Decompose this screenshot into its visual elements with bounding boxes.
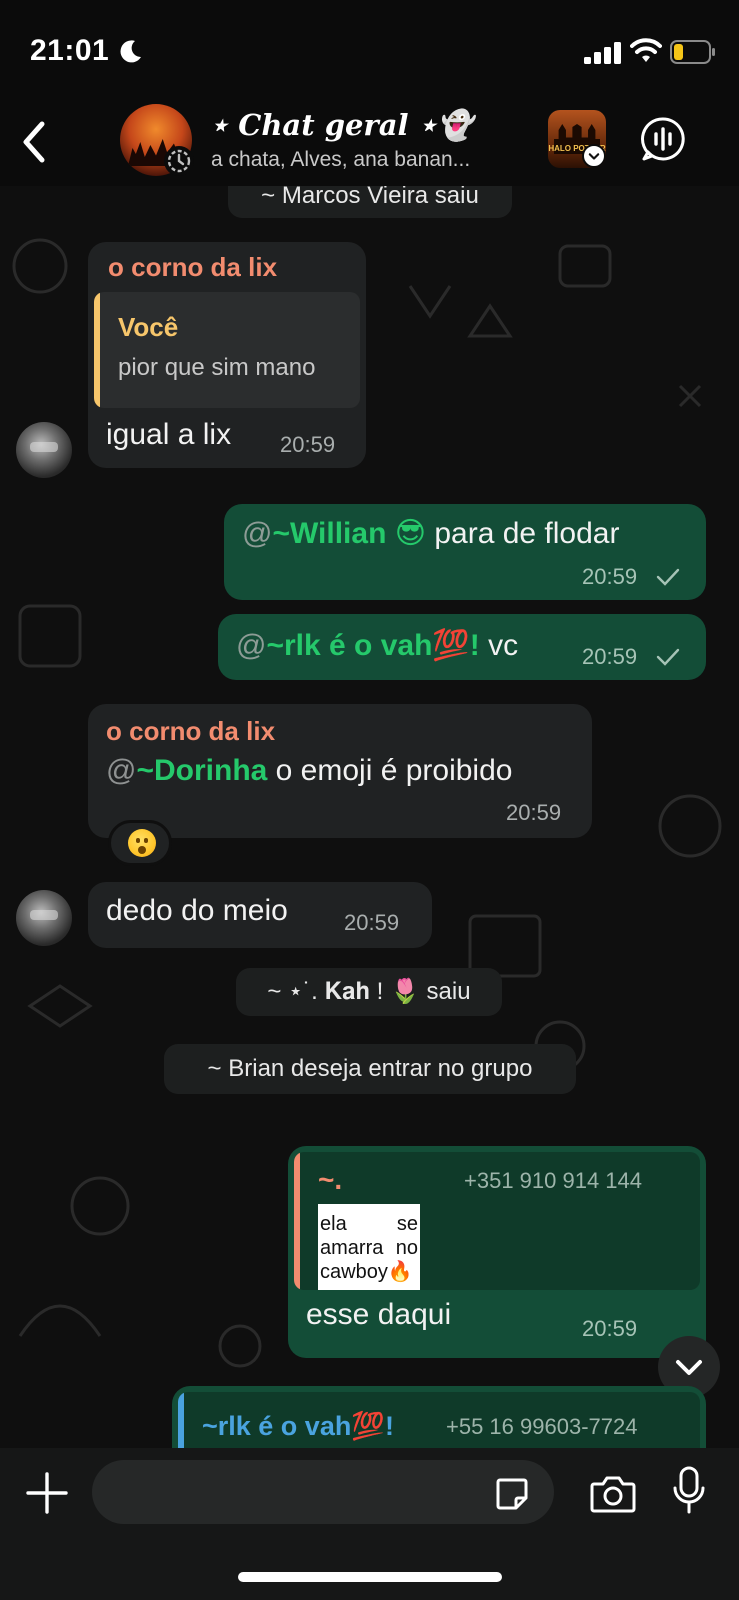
message-time: 20:59	[344, 910, 400, 935]
home-indicator	[238, 1572, 502, 1582]
message-input[interactable]	[92, 1460, 554, 1524]
message-time: 20:59	[582, 1316, 638, 1341]
status-time: 21:01	[30, 34, 110, 67]
chat-header: ⋆ Chat geral ⋆👻 a chata, Alves, ana bana…	[0, 100, 739, 186]
mention: ~Willian 😎	[272, 517, 426, 550]
avatar[interactable]	[16, 890, 72, 946]
reaction-badge[interactable]	[108, 820, 172, 866]
sent-check-icon	[656, 648, 680, 666]
quote-phone: +351 910 914 144	[464, 1168, 643, 1193]
message-text: @~Dorinha o emoji é proibido	[106, 754, 513, 787]
incoming-message[interactable]: o corno da lix @~Dorinha o emoji é proib…	[88, 704, 592, 838]
message-text: @~rlk é o vah💯! vc	[236, 629, 519, 662]
quoted-message[interactable]: ~. +351 910 914 144 ela se amarra no cawbo…	[294, 1152, 700, 1290]
system-message-left: ~ ⋆˙. 𝐊𝐚𝐡 ! 🌷 saiu	[236, 968, 502, 1016]
quoted-sticker: ela se amarra no cawboy🔥	[318, 1204, 420, 1290]
sent-check-icon	[656, 568, 680, 586]
message-text: @~Willian 😎 para de flodar	[242, 517, 620, 550]
mention: ~rlk é o vah💯!	[266, 629, 480, 662]
message-time: 20:59	[280, 432, 336, 457]
message-text: esse daqui	[306, 1298, 452, 1331]
signal-icon	[584, 42, 621, 64]
avatar[interactable]	[16, 422, 72, 478]
incoming-message[interactable]: dedo do meio 20:59	[88, 882, 432, 948]
sticker-icon[interactable]	[494, 1476, 530, 1512]
quoted-message[interactable]: Você pior que sim mano	[94, 292, 360, 408]
sender-name: o corno da lix	[108, 252, 278, 282]
moon-icon	[120, 40, 141, 63]
message-text: dedo do meio	[106, 894, 288, 927]
message-time: 20:59	[582, 644, 638, 669]
quoted-message[interactable]: ~rlk é o vah💯! +55 16 99603-7724	[178, 1392, 700, 1448]
composer-bar	[0, 1448, 739, 1600]
outgoing-message[interactable]: @~Willian 😎 para de flodar 20:59	[224, 504, 706, 600]
quote-author: ~.	[318, 1164, 343, 1195]
message-time: 20:59	[506, 800, 562, 825]
surprised-emoji-icon	[128, 829, 156, 857]
quote-author: Você	[118, 312, 179, 342]
sender-name: o corno da lix	[106, 716, 276, 746]
quote-text: pior que sim mano	[118, 354, 316, 381]
mention: ~Dorinha	[136, 754, 268, 787]
community-check-icon	[582, 144, 606, 168]
system-message-join-request: ~ Brian deseja entrar no grupo	[164, 1044, 576, 1094]
disappearing-timer-icon	[164, 146, 194, 176]
quote-phone: +55 16 99603-7724	[446, 1414, 638, 1439]
camera-icon[interactable]	[590, 1474, 636, 1514]
status-bar: 21:01	[0, 0, 739, 100]
outgoing-message[interactable]: ~. +351 910 914 144 ela se amarra no cawbo…	[288, 1146, 706, 1358]
plus-icon[interactable]	[26, 1472, 68, 1514]
outgoing-message[interactable]: @~rlk é o vah💯! vc 20:59	[218, 614, 706, 680]
chat-title[interactable]: ⋆ Chat geral ⋆👻	[210, 108, 473, 143]
voice-chat-icon[interactable]	[640, 116, 686, 162]
chat-members[interactable]: a chata, Alves, ana banan...	[211, 148, 531, 172]
message-time: 20:59	[582, 564, 638, 589]
wifi-icon	[630, 38, 662, 62]
battery-low-icon	[670, 40, 715, 64]
back-icon[interactable]	[16, 118, 52, 166]
mic-icon[interactable]	[672, 1466, 706, 1516]
incoming-message[interactable]: o corno da lix Você pior que sim mano ig…	[88, 242, 366, 468]
message-list[interactable]: ~ Marcos Vieira saiu o corno da lix Você…	[0, 186, 739, 1448]
quote-author: ~rlk é o vah💯!	[202, 1411, 394, 1441]
message-text: igual a lix	[106, 418, 232, 451]
system-message-left: ~ Marcos Vieira saiu	[228, 186, 512, 218]
outgoing-message[interactable]: ~rlk é o vah💯! +55 16 99603-7724	[172, 1386, 706, 1448]
